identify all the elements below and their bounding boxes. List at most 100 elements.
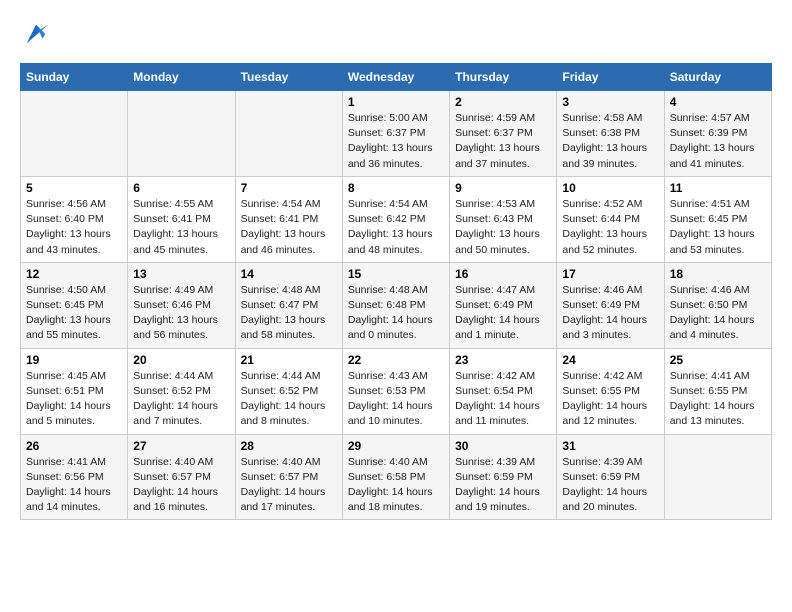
calendar-cell: 8 Sunrise: 4:54 AMSunset: 6:42 PMDaylight…: [342, 176, 449, 262]
page-header: [20, 20, 772, 48]
calendar-cell: 18Sunrise: 4:46 AMSunset: 6:50 PMDayligh…: [664, 262, 771, 348]
weekday-header-tuesday: Tuesday: [235, 64, 342, 91]
calendar-cell: 22 Sunrise: 4:43 AMSunset: 6:53 PMDayligh…: [342, 348, 449, 434]
day-info: Sunrise: 4:39 AMSunset: 6:59 PMDaylight:…: [562, 455, 658, 516]
day-info: Sunrise: 5:00 AMSunset: 6:37 PMDaylight:…: [348, 111, 444, 172]
day-number: 4: [670, 95, 766, 109]
day-info: Sunrise: 4:43 AMSunset: 6:53 PMDaylight:…: [348, 369, 444, 430]
day-number: 15: [348, 267, 444, 281]
calendar-cell: 1 Sunrise: 5:00 AMSunset: 6:37 PMDaylight…: [342, 91, 449, 177]
calendar-cell: 31 Sunrise: 4:39 AMSunset: 6:59 PMDayligh…: [557, 434, 664, 520]
calendar-week-row: 5 Sunrise: 4:56 AMSunset: 6:40 PMDaylight…: [21, 176, 772, 262]
day-info: Sunrise: 4:50 AMSunset: 6:45 PMDaylight:…: [26, 283, 122, 344]
calendar-cell: 21 Sunrise: 4:44 AMSunset: 6:52 PMDayligh…: [235, 348, 342, 434]
day-number: 28: [241, 439, 337, 453]
calendar-table: SundayMondayTuesdayWednesdayThursdayFrid…: [20, 63, 772, 520]
weekday-header-friday: Friday: [557, 64, 664, 91]
calendar-cell: [21, 91, 128, 177]
day-number: 20: [133, 353, 229, 367]
day-number: 12: [26, 267, 122, 281]
weekday-header-saturday: Saturday: [664, 64, 771, 91]
day-number: 5: [26, 181, 122, 195]
day-info: Sunrise: 4:48 AMSunset: 6:47 PMDaylight:…: [241, 283, 337, 344]
calendar-cell: 25 Sunrise: 4:41 AMSunset: 6:55 PMDayligh…: [664, 348, 771, 434]
day-number: 16: [455, 267, 551, 281]
weekday-header-wednesday: Wednesday: [342, 64, 449, 91]
weekday-header-sunday: Sunday: [21, 64, 128, 91]
calendar-cell: 26 Sunrise: 4:41 AMSunset: 6:56 PMDayligh…: [21, 434, 128, 520]
day-number: 8: [348, 181, 444, 195]
day-info: Sunrise: 4:49 AMSunset: 6:46 PMDaylight:…: [133, 283, 229, 344]
day-info: Sunrise: 4:51 AMSunset: 6:45 PMDaylight:…: [670, 197, 766, 258]
day-info: Sunrise: 4:41 AMSunset: 6:55 PMDaylight:…: [670, 369, 766, 430]
day-info: Sunrise: 4:58 AMSunset: 6:38 PMDaylight:…: [562, 111, 658, 172]
logo-icon: [22, 20, 50, 48]
calendar-cell: 24 Sunrise: 4:42 AMSunset: 6:55 PMDayligh…: [557, 348, 664, 434]
day-number: 2: [455, 95, 551, 109]
day-number: 30: [455, 439, 551, 453]
day-info: Sunrise: 4:44 AMSunset: 6:52 PMDaylight:…: [241, 369, 337, 430]
day-info: Sunrise: 4:48 AMSunset: 6:48 PMDaylight:…: [348, 283, 444, 344]
calendar-cell: [235, 91, 342, 177]
day-number: 13: [133, 267, 229, 281]
day-number: 9: [455, 181, 551, 195]
day-info: Sunrise: 4:40 AMSunset: 6:58 PMDaylight:…: [348, 455, 444, 516]
day-number: 1: [348, 95, 444, 109]
weekday-header-thursday: Thursday: [450, 64, 557, 91]
day-number: 22: [348, 353, 444, 367]
day-info: Sunrise: 4:54 AMSunset: 6:42 PMDaylight:…: [348, 197, 444, 258]
calendar-cell: 23 Sunrise: 4:42 AMSunset: 6:54 PMDayligh…: [450, 348, 557, 434]
calendar-cell: [664, 434, 771, 520]
calendar-cell: 9 Sunrise: 4:53 AMSunset: 6:43 PMDaylight…: [450, 176, 557, 262]
day-info: Sunrise: 4:52 AMSunset: 6:44 PMDaylight:…: [562, 197, 658, 258]
calendar-week-row: 1 Sunrise: 5:00 AMSunset: 6:37 PMDaylight…: [21, 91, 772, 177]
day-info: Sunrise: 4:53 AMSunset: 6:43 PMDaylight:…: [455, 197, 551, 258]
day-info: Sunrise: 4:56 AMSunset: 6:40 PMDaylight:…: [26, 197, 122, 258]
day-info: Sunrise: 4:59 AMSunset: 6:37 PMDaylight:…: [455, 111, 551, 172]
day-number: 10: [562, 181, 658, 195]
weekday-header-row: SundayMondayTuesdayWednesdayThursdayFrid…: [21, 64, 772, 91]
day-number: 27: [133, 439, 229, 453]
day-number: 11: [670, 181, 766, 195]
day-number: 7: [241, 181, 337, 195]
day-info: Sunrise: 4:40 AMSunset: 6:57 PMDaylight:…: [133, 455, 229, 516]
day-number: 23: [455, 353, 551, 367]
calendar-cell: 10 Sunrise: 4:52 AMSunset: 6:44 PMDayligh…: [557, 176, 664, 262]
day-number: 31: [562, 439, 658, 453]
calendar-cell: 14Sunrise: 4:48 AMSunset: 6:47 PMDayligh…: [235, 262, 342, 348]
calendar-cell: 2 Sunrise: 4:59 AMSunset: 6:37 PMDaylight…: [450, 91, 557, 177]
day-info: Sunrise: 4:46 AMSunset: 6:50 PMDaylight:…: [670, 283, 766, 344]
day-number: 3: [562, 95, 658, 109]
calendar-cell: 29 Sunrise: 4:40 AMSunset: 6:58 PMDayligh…: [342, 434, 449, 520]
calendar-cell: 5 Sunrise: 4:56 AMSunset: 6:40 PMDaylight…: [21, 176, 128, 262]
day-number: 25: [670, 353, 766, 367]
calendar-week-row: 26 Sunrise: 4:41 AMSunset: 6:56 PMDayligh…: [21, 434, 772, 520]
day-info: Sunrise: 4:54 AMSunset: 6:41 PMDaylight:…: [241, 197, 337, 258]
calendar-week-row: 19 Sunrise: 4:45 AMSunset: 6:51 PMDayligh…: [21, 348, 772, 434]
calendar-cell: 6Sunrise: 4:55 AMSunset: 6:41 PMDaylight…: [128, 176, 235, 262]
day-number: 21: [241, 353, 337, 367]
calendar-cell: 17Sunrise: 4:46 AMSunset: 6:49 PMDayligh…: [557, 262, 664, 348]
day-number: 17: [562, 267, 658, 281]
day-number: 19: [26, 353, 122, 367]
day-info: Sunrise: 4:39 AMSunset: 6:59 PMDaylight:…: [455, 455, 551, 516]
calendar-cell: 13 Sunrise: 4:49 AMSunset: 6:46 PMDayligh…: [128, 262, 235, 348]
day-info: Sunrise: 4:42 AMSunset: 6:55 PMDaylight:…: [562, 369, 658, 430]
day-number: 24: [562, 353, 658, 367]
day-info: Sunrise: 4:45 AMSunset: 6:51 PMDaylight:…: [26, 369, 122, 430]
weekday-header-monday: Monday: [128, 64, 235, 91]
day-number: 26: [26, 439, 122, 453]
calendar-cell: 11 Sunrise: 4:51 AMSunset: 6:45 PMDayligh…: [664, 176, 771, 262]
day-info: Sunrise: 4:41 AMSunset: 6:56 PMDaylight:…: [26, 455, 122, 516]
day-number: 29: [348, 439, 444, 453]
calendar-cell: 19 Sunrise: 4:45 AMSunset: 6:51 PMDayligh…: [21, 348, 128, 434]
calendar-cell: 30 Sunrise: 4:39 AMSunset: 6:59 PMDayligh…: [450, 434, 557, 520]
calendar-cell: 12 Sunrise: 4:50 AMSunset: 6:45 PMDayligh…: [21, 262, 128, 348]
calendar-week-row: 12 Sunrise: 4:50 AMSunset: 6:45 PMDayligh…: [21, 262, 772, 348]
calendar-cell: 15 Sunrise: 4:48 AMSunset: 6:48 PMDayligh…: [342, 262, 449, 348]
day-info: Sunrise: 4:42 AMSunset: 6:54 PMDaylight:…: [455, 369, 551, 430]
day-info: Sunrise: 4:40 AMSunset: 6:57 PMDaylight:…: [241, 455, 337, 516]
day-info: Sunrise: 4:55 AMSunset: 6:41 PMDaylight:…: [133, 197, 229, 258]
calendar-cell: [128, 91, 235, 177]
calendar-cell: 28 Sunrise: 4:40 AMSunset: 6:57 PMDayligh…: [235, 434, 342, 520]
